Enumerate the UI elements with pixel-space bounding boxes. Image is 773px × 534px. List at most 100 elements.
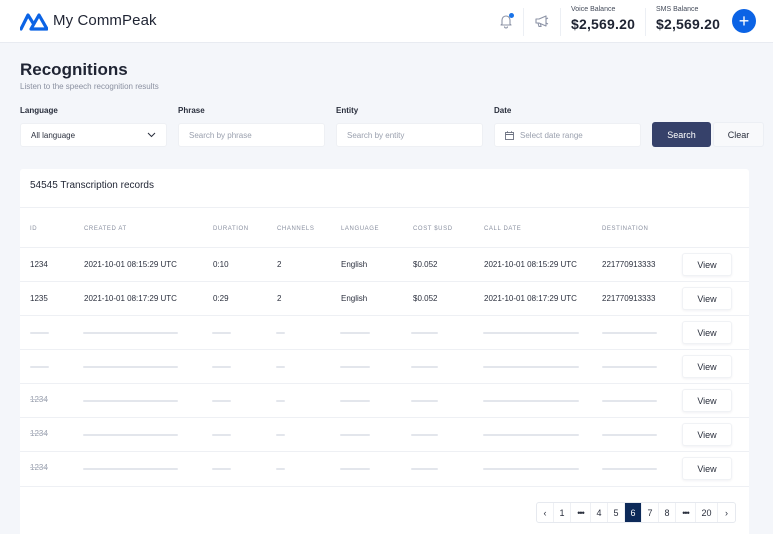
skeleton-row: 1234 View (20, 417, 749, 451)
skeleton-bar (340, 468, 370, 470)
column-header-channels: CHANNELS (277, 226, 315, 232)
skeleton-id: 1234 (30, 463, 48, 472)
skeleton-bar (276, 400, 285, 402)
skeleton-bar (602, 400, 657, 402)
calendar-icon (505, 130, 514, 140)
view-button[interactable]: View (682, 321, 732, 344)
megaphone-icon (535, 15, 549, 28)
view-button[interactable]: View (682, 287, 732, 310)
page-button-current[interactable]: 6 (625, 503, 642, 522)
logo-icon[interactable] (20, 10, 48, 32)
view-button[interactable]: View (682, 423, 732, 446)
view-button[interactable]: View (682, 355, 732, 378)
column-header-destination: DESTINATION (602, 226, 649, 232)
divider (20, 486, 749, 487)
page-subtitle: Listen to the speech recognition results (20, 82, 159, 91)
chevron-left-icon: ‹ (543, 507, 547, 518)
cell-channels: 2 (277, 260, 282, 269)
skeleton-id: 1234 (30, 429, 48, 438)
cell-destination: 221770913333 (602, 294, 656, 303)
page-button[interactable]: 20 (696, 503, 718, 522)
date-label: Date (494, 106, 512, 115)
column-header-language: LANGUAGE (341, 226, 380, 232)
skeleton-bar (602, 366, 657, 368)
records-count-title: 54545 Transcription records (30, 180, 154, 191)
notifications-button[interactable] (495, 10, 517, 32)
sms-balance-label: SMS Balance (656, 6, 699, 13)
skeleton-bar (483, 332, 579, 334)
cell-duration: 0:29 (213, 294, 229, 303)
skeleton-bar (602, 468, 657, 470)
view-button[interactable]: View (682, 389, 732, 412)
skeleton-bar (212, 366, 231, 368)
cell-id: 1235 (30, 294, 48, 303)
skeleton-bar (483, 434, 579, 436)
entity-search-input[interactable] (336, 123, 483, 147)
page-title: Recognitions (20, 60, 128, 79)
skeleton-bar (483, 468, 579, 470)
cell-call-date: 2021-10-01 08:15:29 UTC (484, 260, 577, 269)
column-header-call-date: CALL DATE (484, 226, 522, 232)
language-label: Language (20, 106, 58, 115)
view-button[interactable]: View (682, 253, 732, 276)
divider (645, 8, 646, 36)
search-button[interactable]: Search (652, 122, 711, 147)
divider (20, 207, 749, 208)
skeleton-row: View (20, 349, 749, 383)
skeleton-bar (83, 332, 178, 334)
skeleton-bar (602, 434, 657, 436)
column-header-id: ID (30, 226, 38, 232)
table-row: 1235 2021-10-01 08:17:29 UTC 0:29 2 Engl… (20, 281, 749, 315)
notification-dot (509, 13, 514, 18)
pagination: ‹ 1 ••• 4 5 6 7 8 ••• 20 › (536, 502, 736, 523)
date-range-placeholder: Select date range (520, 130, 583, 140)
view-button[interactable]: View (682, 457, 732, 480)
skeleton-bar (340, 400, 370, 402)
skeleton-bar (276, 468, 285, 470)
page-button[interactable]: 7 (642, 503, 659, 522)
skeleton-bar (30, 366, 49, 368)
chevron-down-icon (147, 132, 156, 138)
skeleton-bar (340, 332, 370, 334)
cell-destination: 221770913333 (602, 260, 656, 269)
phrase-search-input[interactable] (178, 123, 325, 147)
cell-cost: $0.052 (413, 294, 438, 303)
divider (523, 8, 524, 36)
page-button[interactable]: 5 (608, 503, 625, 522)
top-bar: My CommPeak Voice Balance $2,569.20 SMS … (0, 0, 773, 43)
brand-name[interactable]: My CommPeak (53, 12, 157, 29)
skeleton-bar (83, 468, 178, 470)
column-header-created-at: CREATED AT (84, 226, 127, 232)
page-ellipsis[interactable]: ••• (676, 503, 696, 522)
prev-page-button[interactable]: ‹ (537, 503, 554, 522)
skeleton-bar (602, 332, 657, 334)
page-ellipsis[interactable]: ••• (571, 503, 591, 522)
skeleton-bar (483, 366, 579, 368)
page-button[interactable]: 8 (659, 503, 676, 522)
add-funds-button[interactable]: + (732, 9, 756, 33)
page-button[interactable]: 1 (554, 503, 571, 522)
language-select[interactable]: All language (20, 123, 167, 147)
cell-cost: $0.052 (413, 260, 438, 269)
cell-call-date: 2021-10-01 08:17:29 UTC (484, 294, 577, 303)
skeleton-bar (411, 332, 438, 334)
skeleton-row: View (20, 315, 749, 349)
skeleton-bar (83, 366, 178, 368)
entity-label: Entity (336, 106, 359, 115)
skeleton-bar (411, 400, 438, 402)
cell-channels: 2 (277, 294, 282, 303)
page-button[interactable]: 4 (591, 503, 608, 522)
cell-language: English (341, 294, 368, 303)
skeleton-bar (276, 332, 285, 334)
announcements-button[interactable] (531, 10, 553, 32)
skeleton-row: 1234 View (20, 451, 749, 485)
clear-button[interactable]: Clear (713, 122, 764, 147)
skeleton-bar (340, 434, 370, 436)
skeleton-bar (212, 468, 231, 470)
skeleton-id: 1234 (30, 395, 48, 404)
chevron-right-icon: › (725, 507, 728, 518)
sms-balance-value: $2,569.20 (656, 16, 721, 32)
date-range-picker[interactable]: Select date range (494, 123, 641, 147)
skeleton-row: 1234 View (20, 383, 749, 417)
next-page-button[interactable]: › (718, 503, 735, 522)
